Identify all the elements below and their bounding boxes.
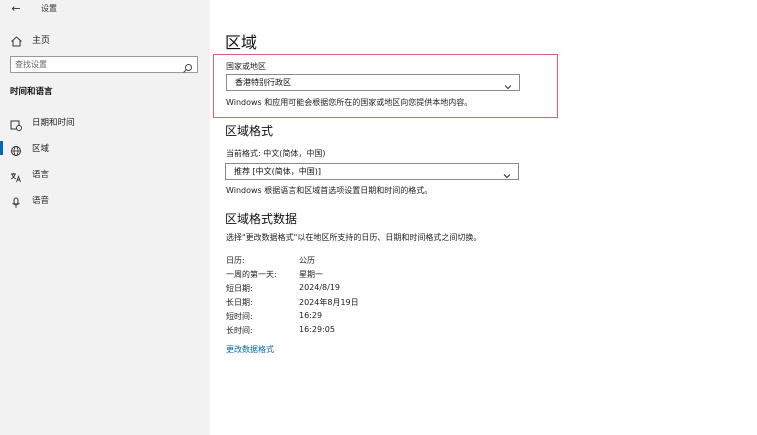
- format-value: 推荐 [中文(简体，中国)]: [234, 167, 322, 176]
- country-section: 国家或地区 香港特别行政区 Windows 和应用可能会根据您所在的国家或地区向…: [213, 54, 558, 118]
- sidebar-item-language[interactable]: 语言: [0, 162, 210, 186]
- chevron-down-icon: [503, 77, 513, 90]
- search-icon[interactable]: [182, 59, 193, 73]
- calendar-value: 公历: [299, 256, 315, 265]
- microphone-icon: [10, 194, 22, 208]
- country-value: 香港特别行政区: [235, 78, 291, 87]
- current-format-label: 当前格式: 中文(简体，中国): [226, 149, 326, 158]
- search-box[interactable]: [10, 56, 198, 73]
- format-description: Windows 根据语言和区域首选项设置日期和时间的格式。: [226, 186, 433, 195]
- main-content: 区域 国家或地区 香港特别行政区 Windows 和应用可能会根据您所在的国家或…: [210, 0, 757, 435]
- long-date-key: 长日期:: [226, 298, 253, 307]
- back-button[interactable]: ←: [9, 2, 23, 16]
- home-icon: [10, 33, 23, 47]
- calendar-clock-icon: [10, 116, 22, 131]
- sidebar-item-date-time[interactable]: 日期和时间: [0, 110, 210, 134]
- globe-icon: [10, 142, 22, 156]
- sidebar-item-label: 日期和时间: [32, 118, 75, 128]
- country-dropdown[interactable]: 香港特别行政区: [226, 74, 520, 91]
- chevron-down-icon: [502, 166, 512, 179]
- first-day-key: 一周的第一天:: [226, 270, 277, 279]
- title-bar: ← 设置: [0, 0, 210, 20]
- short-date-value: 2024/8/19: [299, 283, 341, 292]
- home-label: 主页: [32, 36, 51, 46]
- format-heading: 区域格式: [225, 124, 274, 138]
- country-description: Windows 和应用可能会根据您所在的国家或地区向您提供本地内容。: [226, 98, 473, 107]
- sidebar-item-label: 区域: [32, 144, 50, 154]
- sidebar-section-title: 时间和语言: [10, 87, 53, 97]
- short-time-value: 16:29: [299, 311, 323, 320]
- country-label: 国家或地区: [226, 62, 266, 71]
- first-day-value: 星期一: [299, 270, 323, 279]
- sidebar-item-label: 语言: [32, 170, 50, 180]
- sidebar: ← 设置 主页 时间和语言 日期和时间 区域 语言: [0, 0, 210, 435]
- long-time-key: 长时间:: [226, 326, 253, 335]
- sidebar-item-home[interactable]: 主页: [0, 30, 210, 50]
- change-data-format-link[interactable]: 更改数据格式: [226, 344, 274, 355]
- sidebar-item-label: 语音: [32, 196, 50, 206]
- page-title: 区域: [225, 33, 258, 52]
- long-time-value: 16:29:05: [299, 325, 335, 334]
- short-time-key: 短时间:: [226, 312, 253, 321]
- language-icon: [10, 168, 22, 183]
- app-title: 设置: [41, 4, 57, 13]
- search-input[interactable]: [15, 58, 175, 71]
- sidebar-item-speech[interactable]: 语音: [0, 188, 210, 212]
- short-date-key: 短日期:: [226, 284, 253, 293]
- long-date-value: 2024年8月19日: [299, 298, 359, 307]
- calendar-key: 日历:: [226, 256, 245, 265]
- sidebar-item-region[interactable]: 区域: [0, 136, 210, 160]
- format-data-description: 选择"更改数据格式"以在地区所支持的日历、日期和时间格式之间切换。: [226, 233, 482, 242]
- format-dropdown[interactable]: 推荐 [中文(简体，中国)]: [225, 163, 519, 180]
- format-data-heading: 区域格式数据: [225, 212, 298, 226]
